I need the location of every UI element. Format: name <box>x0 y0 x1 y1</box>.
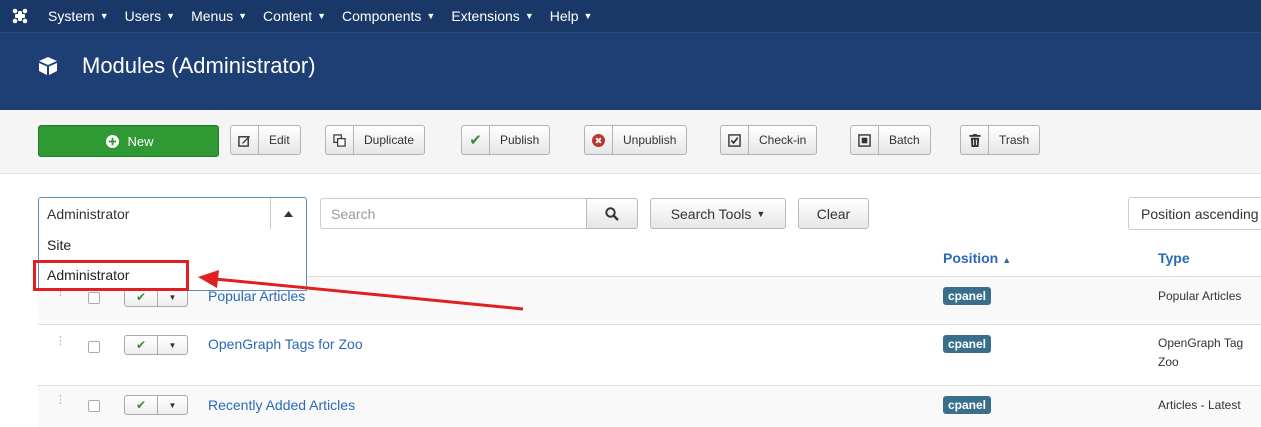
search-input[interactable]: Search <box>320 198 587 229</box>
check-in-button[interactable]: Check-in <box>720 125 818 155</box>
caret-down-icon: ▼ <box>166 11 176 21</box>
status-toggle[interactable]: ✔ ▼ <box>124 335 188 355</box>
check-icon: ✔ <box>462 126 490 154</box>
menu-menus[interactable]: Menus ▼ <box>183 0 255 32</box>
table-row: ⋮ ✔ ▼ OpenGraph Tags for Zoo cpanel Open… <box>38 325 1261 385</box>
copy-icon <box>326 126 354 154</box>
published-check-icon[interactable]: ✔ <box>124 395 158 415</box>
table-row: ⋮ ✔ ▼ Recently Added Articles cpanel Art… <box>38 386 1261 427</box>
new-button[interactable]: New <box>38 125 219 157</box>
published-check-icon[interactable]: ✔ <box>124 335 158 355</box>
caret-down-icon: ▼ <box>583 11 593 21</box>
drag-handle-icon[interactable]: ⋮ <box>55 395 66 406</box>
menu-help[interactable]: Help ▼ <box>542 0 601 32</box>
menu-components[interactable]: Components ▼ <box>334 0 443 32</box>
menu-system[interactable]: System ▼ <box>40 0 117 32</box>
client-select[interactable]: Administrator <box>38 197 307 230</box>
caret-down-icon: ▼ <box>756 208 766 219</box>
status-toggle[interactable]: ✔ ▼ <box>124 395 188 415</box>
clear-button[interactable]: Clear <box>798 198 869 229</box>
plus-circle-icon <box>103 127 121 155</box>
trash-icon <box>961 126 989 154</box>
publish-button[interactable]: ✔ Publish <box>461 125 551 155</box>
caret-down-icon[interactable]: ▼ <box>158 335 188 355</box>
joomla-logo-icon[interactable] <box>0 0 40 32</box>
sort-asc-icon: ▲ <box>1002 255 1012 265</box>
menu-content[interactable]: Content ▼ <box>255 0 334 32</box>
square-icon <box>851 126 879 154</box>
edit-icon <box>231 126 259 154</box>
caret-down-icon: ▼ <box>524 11 534 21</box>
option-site[interactable]: Site <box>47 237 71 253</box>
caret-down-icon: ▼ <box>238 11 248 21</box>
cube-icon <box>38 56 74 76</box>
duplicate-button[interactable]: Duplicate <box>325 125 426 155</box>
position-badge: cpanel <box>943 287 992 305</box>
position-column-header[interactable]: Position ▲ <box>943 250 1011 266</box>
module-type: OpenGraph Tag Zoo <box>1158 336 1244 369</box>
toolbar: New Edit Duplicate ✔ Publish Unpublish C… <box>0 110 1261 174</box>
menu-users[interactable]: Users ▼ <box>117 0 183 32</box>
annotation-highlight-box <box>33 260 189 291</box>
caret-down-icon: ▼ <box>317 11 327 21</box>
search-button[interactable] <box>586 198 638 229</box>
row-checkbox[interactable] <box>88 292 100 304</box>
caret-up-icon <box>284 210 293 217</box>
position-badge: cpanel <box>943 335 992 353</box>
type-column-header[interactable]: Type <box>1158 250 1190 266</box>
unpublish-button[interactable]: Unpublish <box>584 125 688 155</box>
caret-down-icon[interactable]: ▼ <box>158 395 188 415</box>
batch-button[interactable]: Batch <box>850 125 931 155</box>
select-arrow[interactable] <box>270 198 306 229</box>
caret-down-icon: ▼ <box>426 11 436 21</box>
menu-extensions[interactable]: Extensions ▼ <box>443 0 541 32</box>
checkbox-icon <box>721 126 749 154</box>
page-header: Modules (Administrator) <box>0 32 1261 110</box>
top-navbar: System ▼ Users ▼ Menus ▼ Content ▼ Component… <box>0 0 1261 32</box>
trash-button[interactable]: Trash <box>960 125 1041 155</box>
position-badge: cpanel <box>943 396 992 414</box>
x-circle-icon <box>585 126 613 154</box>
edit-button[interactable]: Edit <box>230 125 301 155</box>
row-checkbox[interactable] <box>88 341 100 353</box>
ordering-select[interactable]: Position ascending <box>1128 197 1261 230</box>
page-title: Modules (Administrator) <box>82 52 316 78</box>
module-type: Articles - Latest <box>1158 398 1241 412</box>
caret-down-icon: ▼ <box>99 11 109 21</box>
search-icon <box>605 206 619 221</box>
module-title-link[interactable]: OpenGraph Tags for Zoo <box>208 336 363 352</box>
drag-handle-icon[interactable]: ⋮ <box>55 336 66 347</box>
module-title-link[interactable]: Recently Added Articles <box>208 397 355 413</box>
search-tools-button[interactable]: Search Tools ▼ <box>650 198 786 229</box>
module-type: Popular Articles <box>1158 289 1242 303</box>
row-checkbox[interactable] <box>88 400 100 412</box>
